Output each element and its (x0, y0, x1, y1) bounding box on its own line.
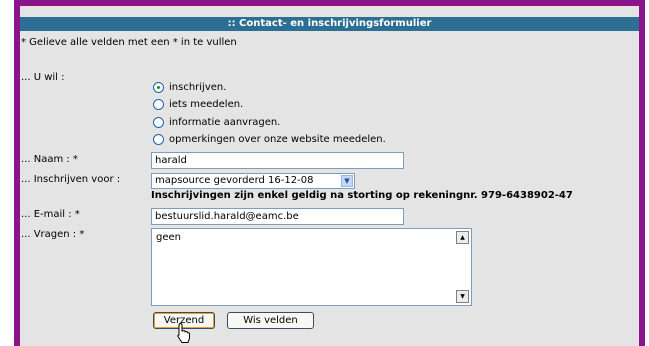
radio-iets-meedelen-label[interactable]: iets meedelen. (169, 99, 243, 110)
name-field[interactable]: harald (151, 152, 404, 169)
scrollbar[interactable]: ▲ ▼ (455, 229, 471, 305)
name-label: ... Naam : * (21, 154, 78, 165)
form-title: :: Contact- en inschrijvingsformulier (20, 17, 639, 31)
radio-inschrijven-label[interactable]: inschrijven. (169, 82, 226, 93)
email-field[interactable]: bestuurslid.harald@eamc.be (151, 208, 404, 225)
radio-opmerkingen-website-label[interactable]: opmerkingen over onze website meedelen. (169, 134, 386, 145)
wish-label: ... U wil : (21, 72, 65, 83)
form-frame: :: Contact- en inschrijvingsformulier * … (14, 0, 645, 346)
email-label: ... E-mail : * (21, 209, 80, 220)
registration-label: ... Inschrijven voor : (21, 174, 121, 185)
reset-button[interactable]: Wis velden (227, 312, 314, 329)
radio-inschrijven[interactable] (153, 82, 164, 93)
radio-informatie-aanvragen-label[interactable]: informatie aanvragen. (169, 117, 280, 128)
form-panel: :: Contact- en inschrijvingsformulier * … (20, 6, 639, 346)
chevron-down-icon[interactable]: ▼ (341, 175, 353, 187)
radio-opmerkingen-website[interactable] (153, 134, 164, 145)
questions-textarea[interactable]: geen ▲ ▼ (151, 228, 472, 306)
questions-label: ... Vragen : * (21, 229, 85, 240)
registration-select[interactable]: mapsource gevorderd 16-12-08 ▼ (151, 173, 355, 189)
scroll-up-icon[interactable]: ▲ (456, 231, 469, 244)
questions-text: geen (156, 232, 181, 243)
radio-informatie-aanvragen[interactable] (153, 117, 164, 128)
required-instruction: * Gelieve alle velden met een * in te vu… (21, 37, 237, 48)
payment-note: Inschrijvingen zijn enkel geldig na stor… (151, 190, 573, 201)
registration-select-value: mapsource gevorderd 16-12-08 (155, 175, 314, 186)
mouse-cursor-icon (177, 322, 190, 343)
radio-iets-meedelen[interactable] (153, 99, 164, 110)
scroll-down-icon[interactable]: ▼ (456, 290, 469, 303)
